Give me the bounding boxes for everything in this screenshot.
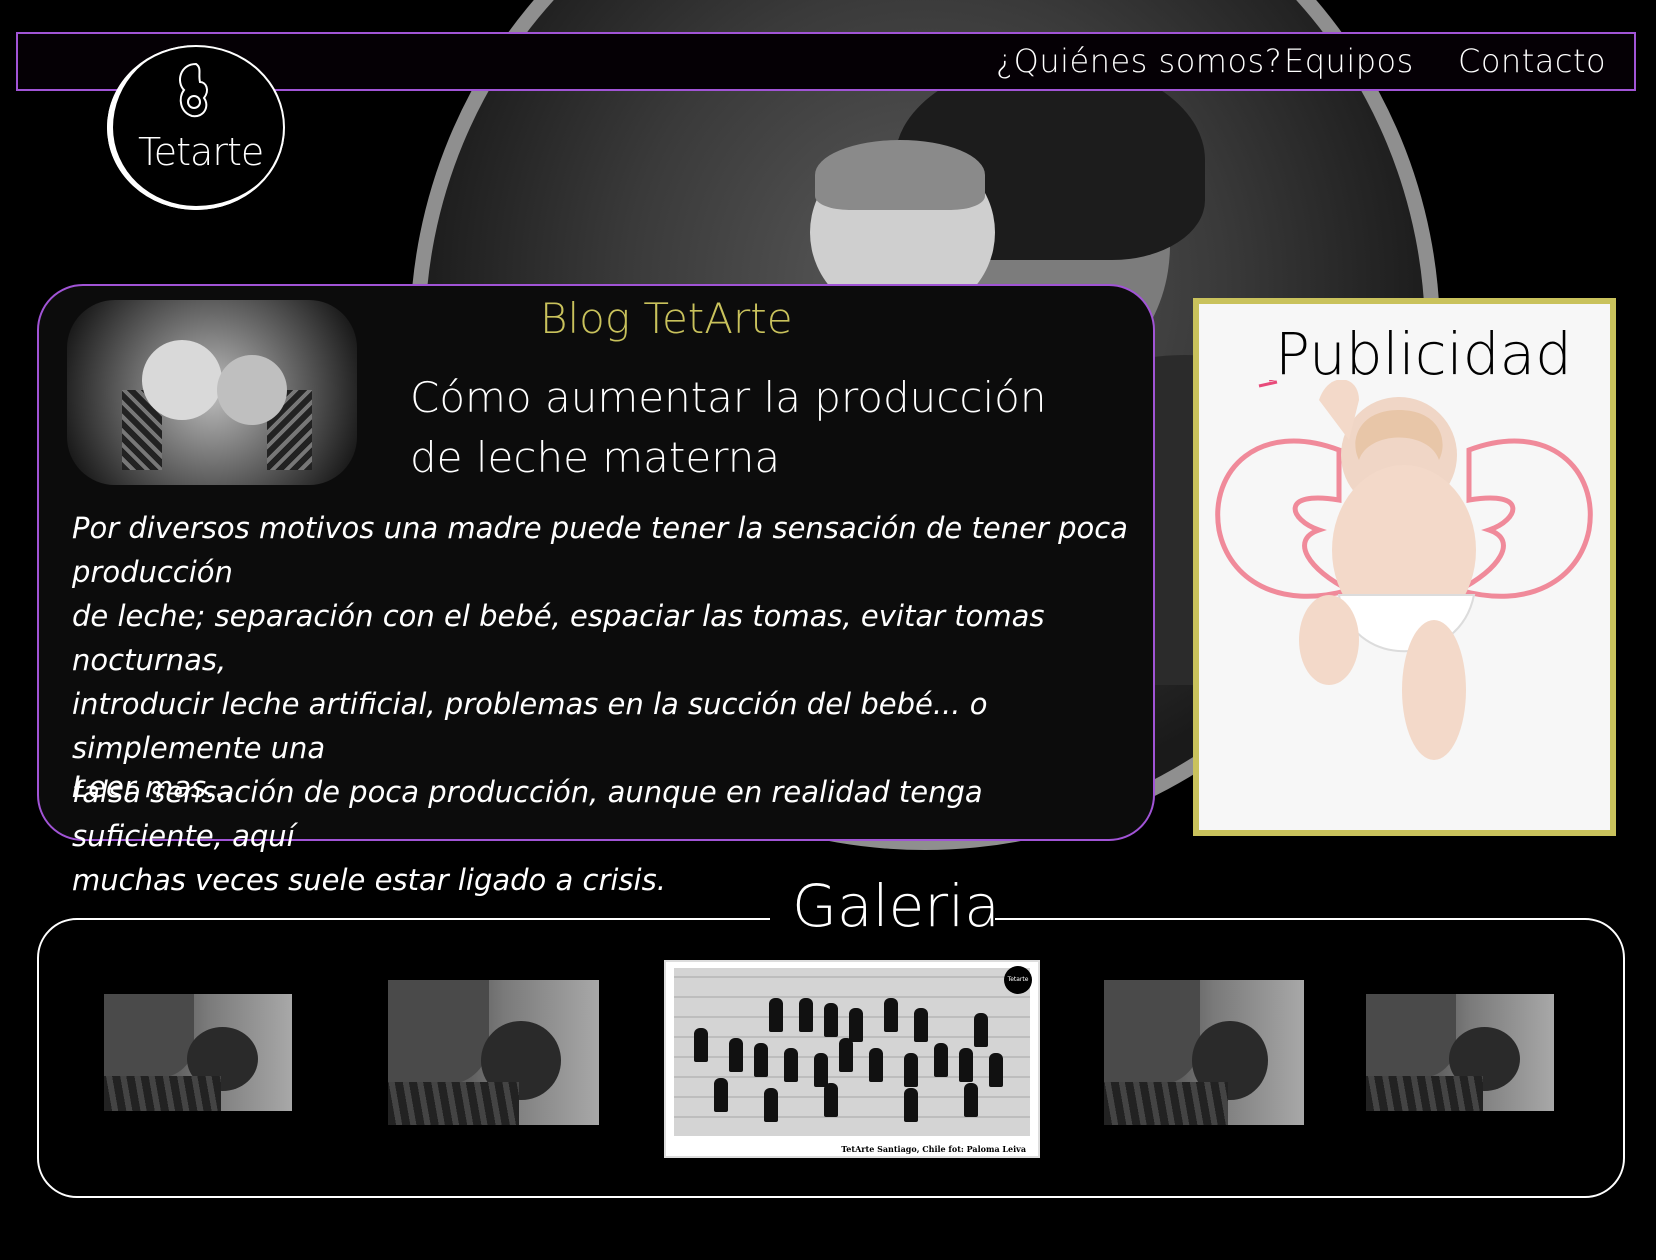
ad-baby-cupid-image (1215, 380, 1593, 760)
ad-title: Publicidad (1275, 320, 1572, 388)
featured-photo-logo: Tetarte (1004, 966, 1032, 994)
blog-post-thumbnail[interactable] (67, 300, 357, 485)
post-title[interactable]: Cómo aumentar la producción de leche mat… (410, 368, 1110, 488)
gallery-thumb-1[interactable] (104, 994, 292, 1111)
post-excerpt: Por diversos motivos una madre puede ten… (72, 511, 1128, 897)
nav-link-quienes-somos[interactable]: ¿Quiénes somos? (996, 42, 1282, 80)
nav-link-equipos[interactable]: Equipos (1284, 42, 1414, 80)
featured-photo-caption: TetArte Santiago, Chile fot: Paloma Leiv… (841, 1144, 1026, 1154)
logo-baby-icon (179, 62, 208, 118)
gallery-featured-photo[interactable]: Tetarte TetArte Santiago, Chile fot: Pal… (664, 960, 1040, 1158)
read-more-link[interactable]: Leer mas... (72, 770, 234, 804)
gallery-thumb-4[interactable] (1366, 994, 1554, 1111)
blog-heading: Blog TetArte (540, 294, 793, 343)
logo-wordmark: Tetarte (138, 130, 264, 174)
gallery-thumb-3[interactable] (1104, 980, 1304, 1125)
nav-link-contacto[interactable]: Contacto (1458, 42, 1606, 80)
gallery-thumb-2[interactable] (388, 980, 599, 1125)
gallery-title: Galeria (792, 872, 1000, 940)
